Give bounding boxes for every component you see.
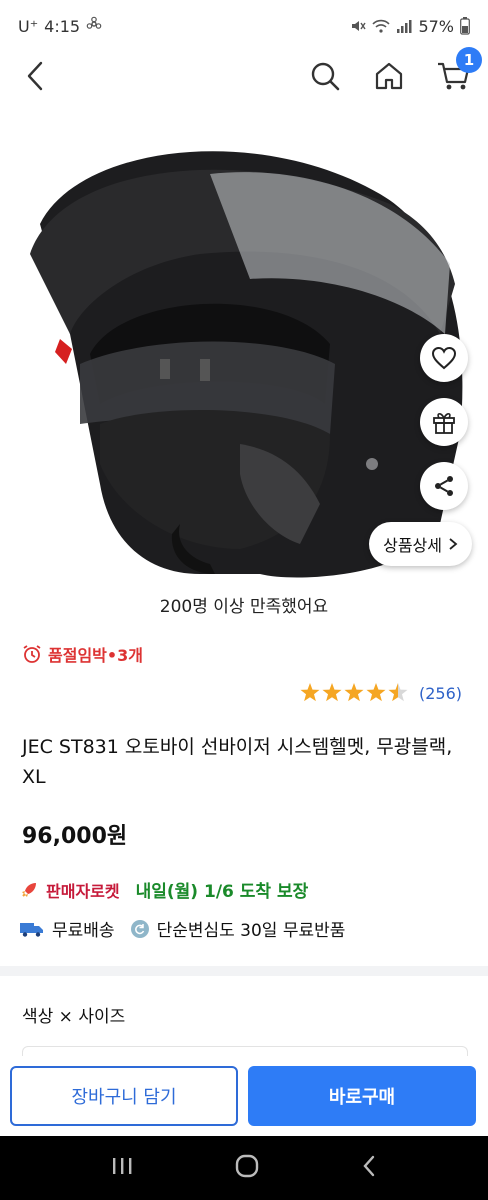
product-price: 96,000원 <box>22 824 128 849</box>
back-button[interactable] <box>18 59 52 93</box>
status-bar: U⁺ 4:15 57% <box>0 0 488 52</box>
star-icon <box>366 683 386 702</box>
home-nav-button[interactable] <box>234 1154 260 1182</box>
share-button[interactable] <box>420 462 468 510</box>
stock-alert: 품절임박•3개 <box>22 642 143 666</box>
stock-alert-text: 품절임박•3개 <box>48 646 143 665</box>
recent-apps-button[interactable] <box>110 1155 134 1181</box>
back-nav-button[interactable] <box>360 1154 378 1182</box>
home-button[interactable] <box>372 59 406 93</box>
delivery-row: 판매자로켓 내일(월) 1/6 도착 보장 <box>20 877 308 902</box>
review-banner: 200명 이상 만족했어요 <box>159 597 329 617</box>
fan-icon <box>86 16 102 36</box>
home-icon <box>375 62 403 90</box>
app-header: 1 <box>0 47 488 100</box>
star-icon <box>300 683 320 702</box>
free-shipping-text: 무료배송 <box>52 921 115 941</box>
product-detail-label: 상품상세 <box>383 536 442 555</box>
bottom-action-bar: 장바구니 담기 바로구매 <box>0 1056 488 1136</box>
cart-button[interactable]: 1 <box>436 47 482 93</box>
gift-icon <box>433 413 455 434</box>
star-icon <box>322 683 342 702</box>
cart-count-badge: 1 <box>456 47 482 73</box>
battery-icon <box>460 17 470 35</box>
free-return-text: 단순변심도 30일 무료반품 <box>156 921 346 941</box>
option-label: 색상 × 사이즈 <box>22 1007 126 1027</box>
search-button[interactable] <box>308 59 342 93</box>
mute-icon <box>350 18 367 34</box>
wishlist-button[interactable] <box>420 334 468 382</box>
battery-level: 57% <box>418 16 454 36</box>
product-title: JEC ST831 오토바이 선바이저 시스템헬멧, 무광블랙, XL <box>22 736 453 788</box>
clock: 4:15 <box>44 16 81 36</box>
shipping-row: 무료배송 단순변심도 30일 무료반품 <box>20 916 345 941</box>
rating-count[interactable]: (256) <box>419 684 462 703</box>
chevron-left-icon <box>27 61 43 91</box>
search-icon <box>311 62 340 91</box>
rocket-label: 판매자로켓 <box>46 881 120 901</box>
wifi-icon <box>372 18 391 34</box>
recent-apps-icon <box>113 1158 132 1174</box>
rocket-icon <box>22 882 36 897</box>
home-circle-icon <box>235 1154 259 1178</box>
helmet-image <box>30 151 463 578</box>
alarm-clock-icon <box>23 645 41 663</box>
chevron-right-icon <box>449 538 458 550</box>
header-icons: 1 <box>308 47 482 93</box>
status-left: U⁺ 4:15 <box>18 16 102 36</box>
section-divider <box>0 966 488 976</box>
product-detail-button[interactable]: 상품상세 <box>369 522 472 566</box>
truck-icon <box>20 922 43 937</box>
gift-button[interactable] <box>420 398 468 446</box>
buy-now-button[interactable]: 바로구매 <box>248 1066 476 1126</box>
status-right: 57% <box>350 17 470 36</box>
product-image[interactable] <box>0 104 488 588</box>
add-to-cart-button[interactable]: 장바구니 담기 <box>10 1066 238 1126</box>
carrier-label: U⁺ <box>18 16 39 36</box>
rating-row[interactable]: (256) <box>299 682 462 704</box>
return-icon <box>130 919 149 938</box>
back-arrow-icon <box>363 1155 375 1177</box>
share-icon <box>435 476 453 496</box>
star-icon <box>344 683 364 702</box>
rating-stars <box>300 683 408 702</box>
heart-icon <box>431 346 457 370</box>
star-icon <box>388 683 408 702</box>
system-nav-bar <box>0 1136 488 1200</box>
signal-icon <box>396 18 412 34</box>
delivery-date: 내일(월) 1/6 도착 보장 <box>135 882 309 902</box>
